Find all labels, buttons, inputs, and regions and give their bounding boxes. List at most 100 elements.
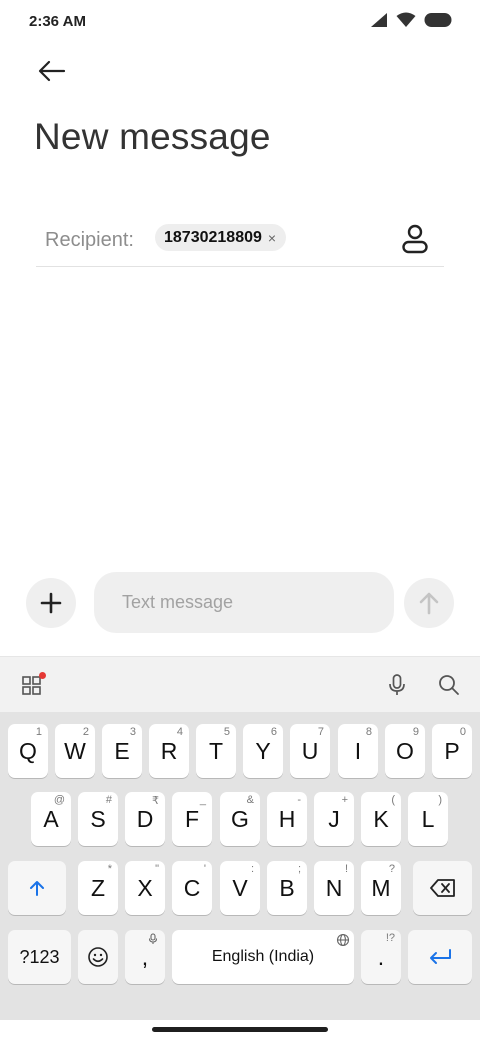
key-label: Q (19, 737, 37, 764)
key-label: X (137, 874, 153, 901)
key-j[interactable]: + J (314, 792, 354, 846)
contact-picker-button[interactable] (398, 220, 432, 258)
key-hint: 6 (270, 726, 277, 738)
enter-key[interactable] (408, 930, 472, 984)
add-attachment-button[interactable] (26, 578, 76, 628)
keyboard-apps-button[interactable] (17, 670, 47, 700)
key-hint: - (297, 794, 301, 806)
shift-key[interactable] (8, 861, 66, 915)
key-label: L (421, 805, 435, 832)
comma-key[interactable]: , (125, 930, 165, 984)
signal-icon (371, 13, 387, 27)
key-label: M (371, 874, 391, 901)
key-o[interactable]: 9O (385, 724, 425, 778)
key-label: H (278, 805, 296, 832)
key-hint: 1 (35, 726, 42, 738)
voice-input-button[interactable] (382, 670, 412, 700)
backspace-key[interactable] (413, 861, 472, 915)
key-hint: @ (53, 794, 65, 806)
key-s[interactable]: # S (78, 792, 118, 846)
globe-icon (336, 933, 350, 947)
keyboard-search-button[interactable] (434, 670, 464, 700)
recipient-chip[interactable]: 18730218809 × (155, 224, 287, 251)
key-h[interactable]: -H (267, 792, 307, 846)
key-hint: !? (385, 932, 395, 944)
close-icon[interactable]: × (268, 231, 276, 245)
period-key[interactable]: !? . (361, 930, 401, 984)
key-m[interactable]: ? M (361, 861, 401, 915)
key-hint: : (250, 863, 254, 875)
key-label: E (114, 737, 130, 764)
home-indicator[interactable] (152, 1027, 328, 1032)
key-label: F (184, 805, 200, 832)
key-hint: ' (203, 863, 206, 875)
key-e[interactable]: 3E (102, 724, 142, 778)
key-hint: _ (199, 794, 206, 806)
key-w[interactable]: 2W (55, 724, 95, 778)
key-x[interactable]: " X (125, 861, 165, 915)
key-hint: 0 (459, 726, 466, 738)
key-label: B (279, 874, 295, 901)
key-c[interactable]: ' C (172, 861, 212, 915)
notification-dot (39, 672, 46, 679)
key-label: W (64, 737, 86, 764)
key-l[interactable]: ) L (408, 792, 448, 846)
key-label: . (377, 943, 385, 970)
key-label: S (90, 805, 106, 832)
smiley-icon (88, 947, 108, 967)
key-hint: ( (391, 794, 395, 806)
key-t[interactable]: 5T (196, 724, 236, 778)
key-z[interactable]: * Z (78, 861, 118, 915)
key-n[interactable]: ! N (314, 861, 354, 915)
key-label: English (India) (211, 948, 315, 965)
mic-icon (389, 674, 405, 695)
arrow-up-icon (419, 592, 439, 615)
key-p[interactable]: 0P (432, 724, 472, 778)
back-button[interactable] (30, 54, 74, 88)
keyboard: 1Q 2W 3E 4R 5T 6Y 7U 8I 9O 0P @ A # S ₹ D _… (0, 712, 480, 1020)
key-label: ?123 (19, 946, 60, 967)
keyboard-toolbar (0, 656, 480, 712)
key-u[interactable]: 7U (290, 724, 330, 778)
key-hint: ) (438, 794, 442, 806)
key-b[interactable]: ; B (267, 861, 307, 915)
arrow-left-icon (38, 60, 66, 82)
key-g[interactable]: & G (220, 792, 260, 846)
recipient-row[interactable]: Recipient: 18730218809 × (36, 214, 444, 267)
text-message-input[interactable] (94, 572, 394, 633)
key-r[interactable]: 4R (149, 724, 189, 778)
search-icon (439, 675, 459, 695)
person-icon (402, 224, 428, 254)
key-label: A (43, 805, 59, 832)
key-f[interactable]: _ F (172, 792, 212, 846)
key-hint: ₹ (152, 795, 159, 807)
key-hint: 4 (176, 726, 183, 738)
recipient-label: Recipient: (45, 229, 134, 251)
emoji-key[interactable] (78, 930, 118, 984)
key-hint: ! (344, 863, 348, 875)
key-hint: 7 (317, 726, 324, 738)
key-label: V (232, 874, 248, 901)
key-hint: * (107, 863, 112, 875)
space-key[interactable]: English (India) (172, 930, 354, 984)
key-y[interactable]: 6Y (243, 724, 283, 778)
key-k[interactable]: (K (361, 792, 401, 846)
key-a[interactable]: @ A (31, 792, 71, 846)
key-q[interactable]: 1Q (8, 724, 48, 778)
key-hint: 5 (223, 726, 230, 738)
key-i[interactable]: 8I (338, 724, 378, 778)
key-hint: + (341, 794, 348, 806)
key-label: O (396, 737, 414, 764)
key-hint: 9 (412, 726, 419, 738)
key-d[interactable]: ₹ D (125, 792, 165, 846)
status-icons (370, 12, 452, 28)
key-label: , (141, 943, 149, 970)
key-hint: 8 (365, 726, 372, 738)
key-label: P (444, 737, 460, 764)
page-title: New message (34, 116, 271, 157)
key-hint: 3 (129, 726, 136, 738)
key-v[interactable]: :V (220, 861, 260, 915)
send-button[interactable] (404, 578, 454, 628)
compose-row (0, 570, 480, 634)
symbols-key[interactable]: ?123 (8, 930, 71, 984)
